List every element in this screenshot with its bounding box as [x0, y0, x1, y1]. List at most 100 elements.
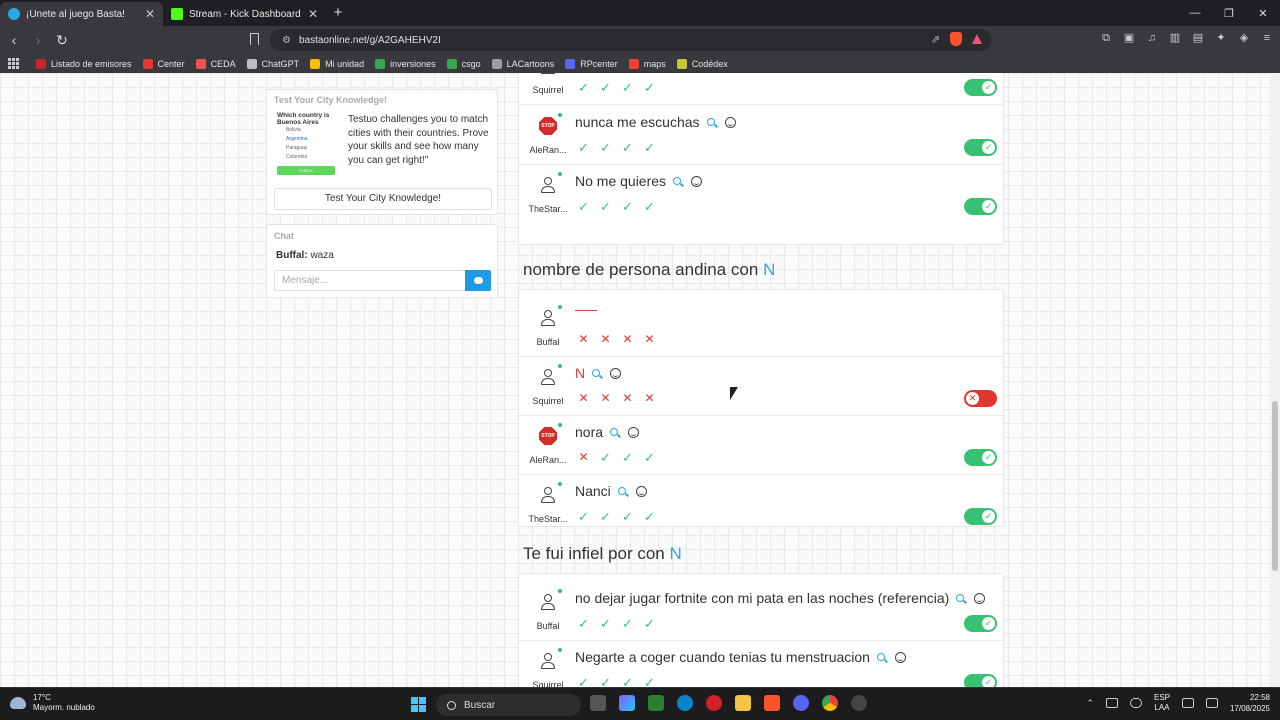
- category-name: Te fui infiel por con: [523, 544, 665, 563]
- check-icon: ✓: [644, 509, 655, 524]
- check-icon: ✓: [600, 140, 611, 155]
- bookmark-item[interactable]: Mi unidad: [310, 58, 365, 69]
- back-icon[interactable]: ‹: [4, 32, 24, 48]
- site-info-icon[interactable]: ⚙: [282, 35, 291, 46]
- extensions-icon[interactable]: ⧉: [1099, 31, 1113, 45]
- file-explorer-icon[interactable]: [735, 695, 751, 711]
- reload-icon[interactable]: ↻: [52, 32, 72, 49]
- bookmark-label: Mi unidad: [325, 58, 365, 69]
- check-icon: ✓: [578, 509, 589, 524]
- accept-toggle[interactable]: ✓: [964, 508, 997, 525]
- steam-icon[interactable]: [851, 695, 867, 711]
- search-icon[interactable]: [876, 653, 885, 661]
- wallet-icon[interactable]: ▤: [1191, 31, 1205, 45]
- edge-icon[interactable]: [677, 695, 693, 711]
- vpn-icon[interactable]: ◈: [1237, 31, 1251, 45]
- search-icon[interactable]: [673, 177, 682, 185]
- tray-app-icon[interactable]: [1105, 698, 1118, 708]
- task-view-icon[interactable]: [590, 695, 606, 711]
- apps-grid-icon[interactable]: [8, 57, 20, 70]
- answer: N: [575, 365, 622, 381]
- network-icon[interactable]: [1181, 698, 1194, 708]
- chrome-icon[interactable]: [822, 695, 838, 711]
- search-icon[interactable]: [610, 428, 619, 436]
- accept-toggle[interactable]: ✓: [964, 79, 997, 96]
- scrollbar[interactable]: [1270, 73, 1280, 687]
- chat-send-button[interactable]: [465, 270, 491, 291]
- windows-start-icon[interactable]: [411, 697, 426, 712]
- bookmark-icon[interactable]: [250, 33, 259, 45]
- bookmark-item[interactable]: Codédex: [676, 58, 728, 69]
- system-tray: ⌃ ESP LAA 22:58 17/08/2025: [1086, 692, 1270, 714]
- chat-input[interactable]: Mensaje...: [274, 270, 466, 291]
- emoji-react-icon[interactable]: [894, 651, 906, 663]
- bookmark-item[interactable]: LACartoons: [491, 58, 554, 69]
- leo-ai-icon[interactable]: ✦: [1214, 31, 1228, 45]
- bookmark-item[interactable]: ChatGPT: [246, 58, 299, 69]
- ad-thumbnail[interactable]: Which country is Buenos Aires Bolivia Ar…: [277, 112, 339, 180]
- close-tab-icon[interactable]: ✕: [308, 7, 318, 21]
- tab-basta[interactable]: ¡Únete al juego Basta! ✕: [0, 2, 163, 26]
- accept-toggle[interactable]: ✓: [964, 615, 997, 632]
- emoji-react-icon[interactable]: [635, 485, 647, 497]
- close-window-icon[interactable]: ✕: [1246, 0, 1280, 26]
- answer: Nanci: [575, 483, 647, 499]
- emoji-react-icon[interactable]: [628, 426, 640, 438]
- maximize-icon[interactable]: ❐: [1212, 0, 1246, 26]
- forward-icon[interactable]: ›: [28, 32, 48, 48]
- brave-rewards-icon[interactable]: [972, 34, 982, 44]
- online-status-dot: [558, 305, 562, 309]
- brave-shield-icon[interactable]: [950, 32, 962, 46]
- screenshot-icon[interactable]: ▣: [1122, 31, 1136, 45]
- media-icon[interactable]: ♫: [1145, 31, 1159, 45]
- bookmark-item[interactable]: RPcenter: [565, 58, 618, 69]
- bookmark-item[interactable]: maps: [628, 58, 666, 69]
- vote-list: ✓ ✓ ✓ ✓: [577, 141, 656, 154]
- accept-toggle[interactable]: ✓: [964, 674, 997, 687]
- chevron-up-icon[interactable]: ⌃: [1086, 698, 1094, 709]
- copilot-icon[interactable]: [619, 695, 635, 711]
- reject-toggle[interactable]: ✕: [964, 390, 997, 407]
- emoji-react-icon[interactable]: [691, 175, 703, 187]
- player-name: Squirrel: [532, 680, 564, 687]
- new-tab-icon[interactable]: +: [326, 2, 350, 26]
- close-tab-icon[interactable]: ✕: [145, 7, 155, 21]
- minimize-icon[interactable]: —: [1178, 0, 1212, 26]
- emoji-react-icon[interactable]: [610, 367, 622, 379]
- bookmark-item[interactable]: csgo: [446, 58, 481, 69]
- menu-icon[interactable]: ≡: [1260, 31, 1274, 45]
- sidebar-icon[interactable]: ▥: [1168, 31, 1182, 45]
- ad-cta-button[interactable]: Test Your City Knowledge!: [274, 188, 492, 210]
- search-icon[interactable]: [617, 487, 626, 495]
- bookmark-item[interactable]: inversiones: [375, 58, 436, 69]
- discord-icon[interactable]: [793, 695, 809, 711]
- scrollbar-thumb[interactable]: [1272, 401, 1278, 571]
- accept-toggle[interactable]: ✓: [964, 198, 997, 215]
- emoji-react-icon[interactable]: [724, 116, 736, 128]
- search-icon[interactable]: [706, 118, 715, 126]
- clock[interactable]: 22:58 17/08/2025: [1230, 692, 1270, 714]
- language-indicator[interactable]: ESP LAA: [1154, 693, 1170, 713]
- bookmarks-bar: Listado de emisores Center CEDA ChatGPT Mi u…: [0, 54, 1280, 73]
- search-icon[interactable]: [956, 594, 965, 602]
- weather-widget[interactable]: 17°C Mayorm. nublado: [10, 693, 95, 713]
- bookmark-item[interactable]: Listado de emisores: [36, 58, 132, 69]
- accept-toggle[interactable]: ✓: [964, 139, 997, 156]
- microphone-icon[interactable]: [1129, 698, 1142, 708]
- url-field[interactable]: ⚙ bastaonline.net/g/A2GAHEHV2I ⇗: [270, 29, 992, 51]
- emoji-react-icon[interactable]: [974, 592, 986, 604]
- xbox-icon[interactable]: [648, 695, 664, 711]
- bookmark-item[interactable]: Center: [142, 58, 185, 69]
- bookmark-item[interactable]: CEDA: [195, 58, 236, 69]
- accept-toggle[interactable]: ✓: [964, 449, 997, 466]
- brave-icon[interactable]: [764, 695, 780, 711]
- answer: nunca me escuchas: [575, 114, 736, 130]
- tab-kick[interactable]: Stream - Kick Dashboard ✕: [163, 2, 326, 26]
- search-icon[interactable]: [592, 369, 601, 377]
- volume-icon[interactable]: [1205, 698, 1218, 708]
- share-icon[interactable]: ⇗: [931, 33, 940, 46]
- player-name: Squirrel: [532, 396, 564, 406]
- answer-empty: [575, 306, 597, 311]
- taskbar-search[interactable]: Buscar: [436, 694, 581, 716]
- opera-icon[interactable]: [706, 695, 722, 711]
